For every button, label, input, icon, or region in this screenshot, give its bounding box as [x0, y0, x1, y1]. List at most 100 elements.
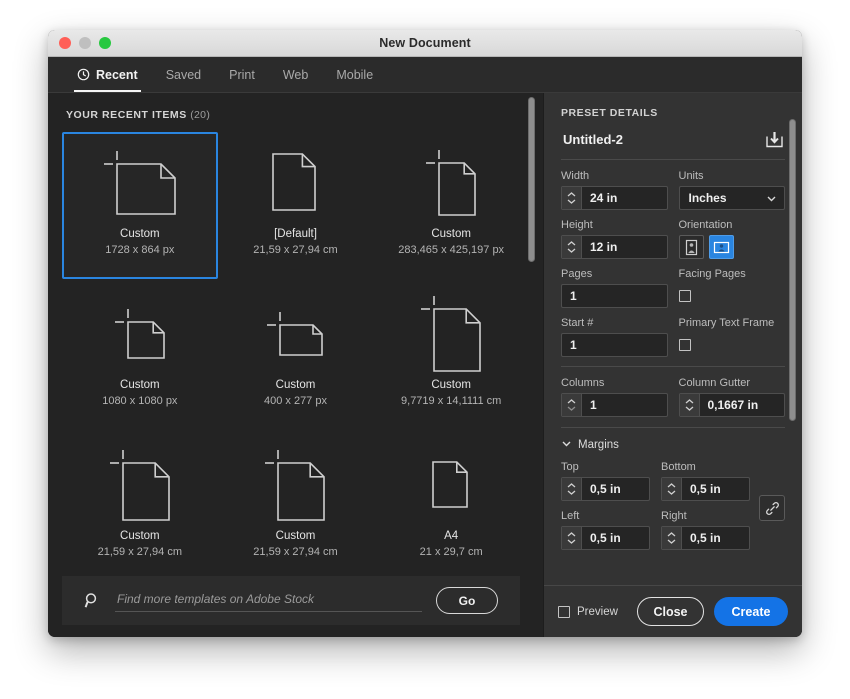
- tab-saved[interactable]: Saved: [155, 57, 212, 93]
- preset-name-input[interactable]: Untitled-2: [561, 132, 754, 147]
- start-number-label: Start #: [561, 317, 594, 329]
- template-size: 1728 x 864 px: [105, 244, 175, 256]
- preset-fields: Width 24 in Units Inches Height 12 in Or…: [561, 160, 785, 550]
- dialog-body: YOUR RECENT ITEMS (20) Custom 1728 x 864 …: [48, 93, 802, 637]
- template-card[interactable]: Custom 400 x 277 px: [218, 283, 374, 430]
- primary-text-frame-row: [678, 333, 786, 357]
- preview-label: Preview: [577, 605, 618, 618]
- create-button[interactable]: Create: [714, 597, 788, 626]
- margin-right-value[interactable]: 0,5 in: [682, 527, 749, 549]
- tab-recent[interactable]: Recent: [66, 57, 149, 93]
- orientation-landscape-button[interactable]: [708, 235, 734, 259]
- search-go-button[interactable]: Go: [436, 587, 498, 614]
- columns-value[interactable]: 1: [582, 394, 667, 416]
- template-card[interactable]: A4 21 x 29,7 cm: [373, 434, 529, 581]
- templates-scrollbar-thumb[interactable]: [528, 97, 535, 262]
- preset-details-scrollbar-thumb[interactable]: [789, 119, 796, 421]
- height-spinner-arrows[interactable]: [562, 236, 582, 258]
- template-card[interactable]: Custom 1728 x 864 px: [62, 132, 218, 279]
- template-size: 283,465 x 425,197 px: [398, 244, 505, 256]
- template-card[interactable]: [Default] 21,59 x 27,94 cm: [218, 132, 374, 279]
- start-number-value[interactable]: 1: [561, 333, 668, 357]
- template-name: Custom: [275, 530, 316, 542]
- height-value[interactable]: 12 in: [582, 236, 667, 258]
- columns-divider: [561, 366, 785, 367]
- facing-pages-checkbox[interactable]: [678, 290, 691, 302]
- margin-left-group: Left 0,5 in: [561, 510, 650, 550]
- height-field-group: Height 12 in: [561, 219, 668, 259]
- close-button[interactable]: Close: [637, 597, 704, 626]
- template-name: Custom: [431, 379, 471, 391]
- margin-top-stepper[interactable]: 0,5 in: [561, 477, 650, 501]
- margin-right-stepper[interactable]: 0,5 in: [661, 526, 750, 550]
- margin-top-value[interactable]: 0,5 in: [582, 478, 649, 500]
- template-card[interactable]: Custom 21,59 x 27,94 cm: [218, 434, 374, 581]
- column-gutter-value[interactable]: 0,1667 in: [700, 394, 785, 416]
- primary-text-frame-checkbox[interactable]: [678, 339, 691, 351]
- units-field-group: Units Inches: [678, 170, 785, 210]
- width-units-row: Width 24 in Units Inches: [561, 170, 785, 210]
- margin-right-spinner-arrows[interactable]: [662, 527, 682, 549]
- width-stepper[interactable]: 24 in: [561, 186, 668, 210]
- preview-checkbox[interactable]: [558, 605, 570, 618]
- search-input[interactable]: [115, 589, 422, 612]
- tab-mobile[interactable]: Mobile: [325, 57, 384, 93]
- margin-top-bottom-row: Top 0,5 in Bottom 0,5 in: [561, 461, 750, 501]
- template-size: 21,59 x 27,94 cm: [253, 546, 338, 558]
- orientation-portrait-button[interactable]: [678, 235, 704, 259]
- margin-bottom-spinner-arrows[interactable]: [662, 478, 682, 500]
- margin-top-spinner-arrows[interactable]: [562, 478, 582, 500]
- margin-bottom-stepper[interactable]: 0,5 in: [661, 477, 750, 501]
- column-gutter-field-group: Column Gutter 0,1667 in: [678, 377, 785, 417]
- preset-details-panel: PRESET DETAILS Untitled-2 Width 24 in Un…: [543, 93, 802, 637]
- preset-details-scrollbar-track[interactable]: [789, 97, 798, 567]
- clock-icon: [77, 68, 90, 81]
- save-preset-icon[interactable]: [764, 129, 785, 150]
- template-card[interactable]: Custom 283,465 x 425,197 px: [373, 132, 529, 279]
- column-gutter-stepper[interactable]: 0,1667 in: [678, 393, 785, 417]
- margin-left-value[interactable]: 0,5 in: [582, 527, 649, 549]
- template-card[interactable]: Custom 1080 x 1080 px: [62, 283, 218, 430]
- start-primary-row: Start # 1 Primary Text Frame: [561, 317, 785, 357]
- preview-toggle[interactable]: Preview: [558, 605, 627, 618]
- columns-field-group: Columns 1: [561, 377, 668, 417]
- width-value[interactable]: 24 in: [582, 187, 667, 209]
- template-card[interactable]: Custom 21,59 x 27,94 cm: [62, 434, 218, 581]
- crop-doc-icon: [64, 291, 216, 377]
- primary-text-frame-label: Primary Text Frame: [678, 317, 775, 329]
- tab-web[interactable]: Web: [272, 57, 319, 93]
- columns-row: Columns 1 Column Gutter 0,1667 in: [561, 377, 785, 417]
- units-select[interactable]: Inches: [678, 186, 785, 210]
- new-document-window: New Document Recent Saved Print Web Mobile Y…: [48, 30, 802, 637]
- orientation-field-group: Orientation: [678, 219, 786, 259]
- columns-stepper[interactable]: 1: [561, 393, 668, 417]
- pages-facing-row: Pages 1 Facing Pages: [561, 268, 785, 308]
- template-size: 21,59 x 27,94 cm: [97, 546, 183, 558]
- crop-doc-icon: [375, 140, 527, 226]
- margin-bottom-value[interactable]: 0,5 in: [682, 478, 749, 500]
- crop-doc-icon: [220, 442, 372, 528]
- column-gutter-spinner-arrows[interactable]: [679, 394, 700, 416]
- margin-right-label: Right: [661, 510, 687, 522]
- templates-scrollbar-track[interactable]: [528, 97, 537, 567]
- facing-pages-label: Facing Pages: [678, 268, 746, 280]
- link-chain-icon[interactable]: [759, 495, 785, 521]
- template-category-tabs: Recent Saved Print Web Mobile: [48, 57, 802, 93]
- adobe-stock-search-bar: Go: [62, 576, 520, 625]
- pages-value[interactable]: 1: [561, 284, 668, 308]
- margin-bottom-label: Bottom: [661, 461, 696, 473]
- margins-section-toggle[interactable]: Margins: [561, 438, 785, 452]
- tab-print[interactable]: Print: [218, 57, 266, 93]
- chevron-down-icon: [561, 438, 572, 452]
- margin-left-stepper[interactable]: 0,5 in: [561, 526, 650, 550]
- height-stepper[interactable]: 12 in: [561, 235, 668, 259]
- search-icon: [84, 592, 101, 609]
- template-card[interactable]: Custom 9,7719 x 14,1111 cm: [373, 283, 529, 430]
- margin-right-group: Right 0,5 in: [661, 510, 750, 550]
- preset-details-content: PRESET DETAILS Untitled-2 Width 24 in Un…: [544, 93, 802, 550]
- margin-bottom-group: Bottom 0,5 in: [661, 461, 750, 501]
- width-spinner-arrows[interactable]: [562, 187, 582, 209]
- margin-left-spinner-arrows[interactable]: [562, 527, 582, 549]
- screenshot-root: New Document Recent Saved Print Web Mobile Y…: [0, 0, 850, 699]
- columns-spinner-arrows[interactable]: [562, 394, 582, 416]
